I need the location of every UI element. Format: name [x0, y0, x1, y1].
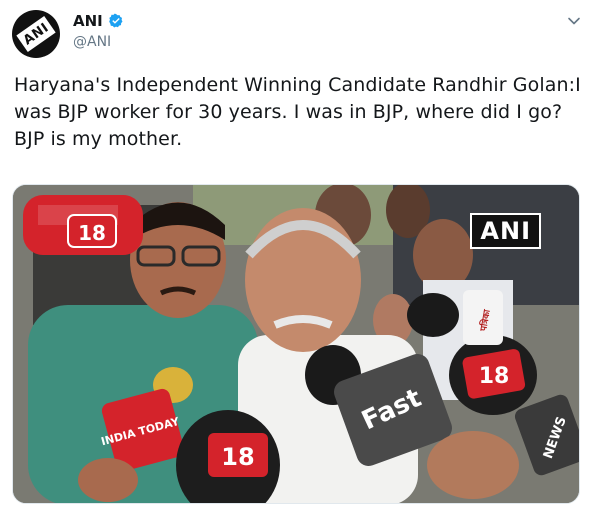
avatar[interactable]: ANI: [12, 10, 60, 58]
tweet-card[interactable]: ANI ANI @ANI Haryana's Independent Winni…: [0, 0, 599, 513]
mic-label-news18-top: 18: [78, 221, 106, 245]
user-handle[interactable]: @ANI: [73, 34, 111, 50]
tweet-text: Haryana's Independent Winning Candidate …: [14, 74, 581, 150]
author-name-row[interactable]: ANI: [73, 12, 124, 30]
mic-label-news18-bottom: 18: [221, 443, 254, 471]
ani-watermark: ANI: [470, 213, 541, 249]
ani-logo: ANI: [16, 16, 56, 52]
tweet-media-photo[interactable]: 18 INDIA TODAY Fast 18 18 पत्रिका NEWS A…: [12, 184, 580, 504]
mic-label-news18-right: 18: [479, 364, 510, 389]
chevron-down-icon[interactable]: [567, 14, 581, 28]
display-name[interactable]: ANI: [73, 12, 103, 30]
verified-badge-icon: [108, 13, 123, 28]
